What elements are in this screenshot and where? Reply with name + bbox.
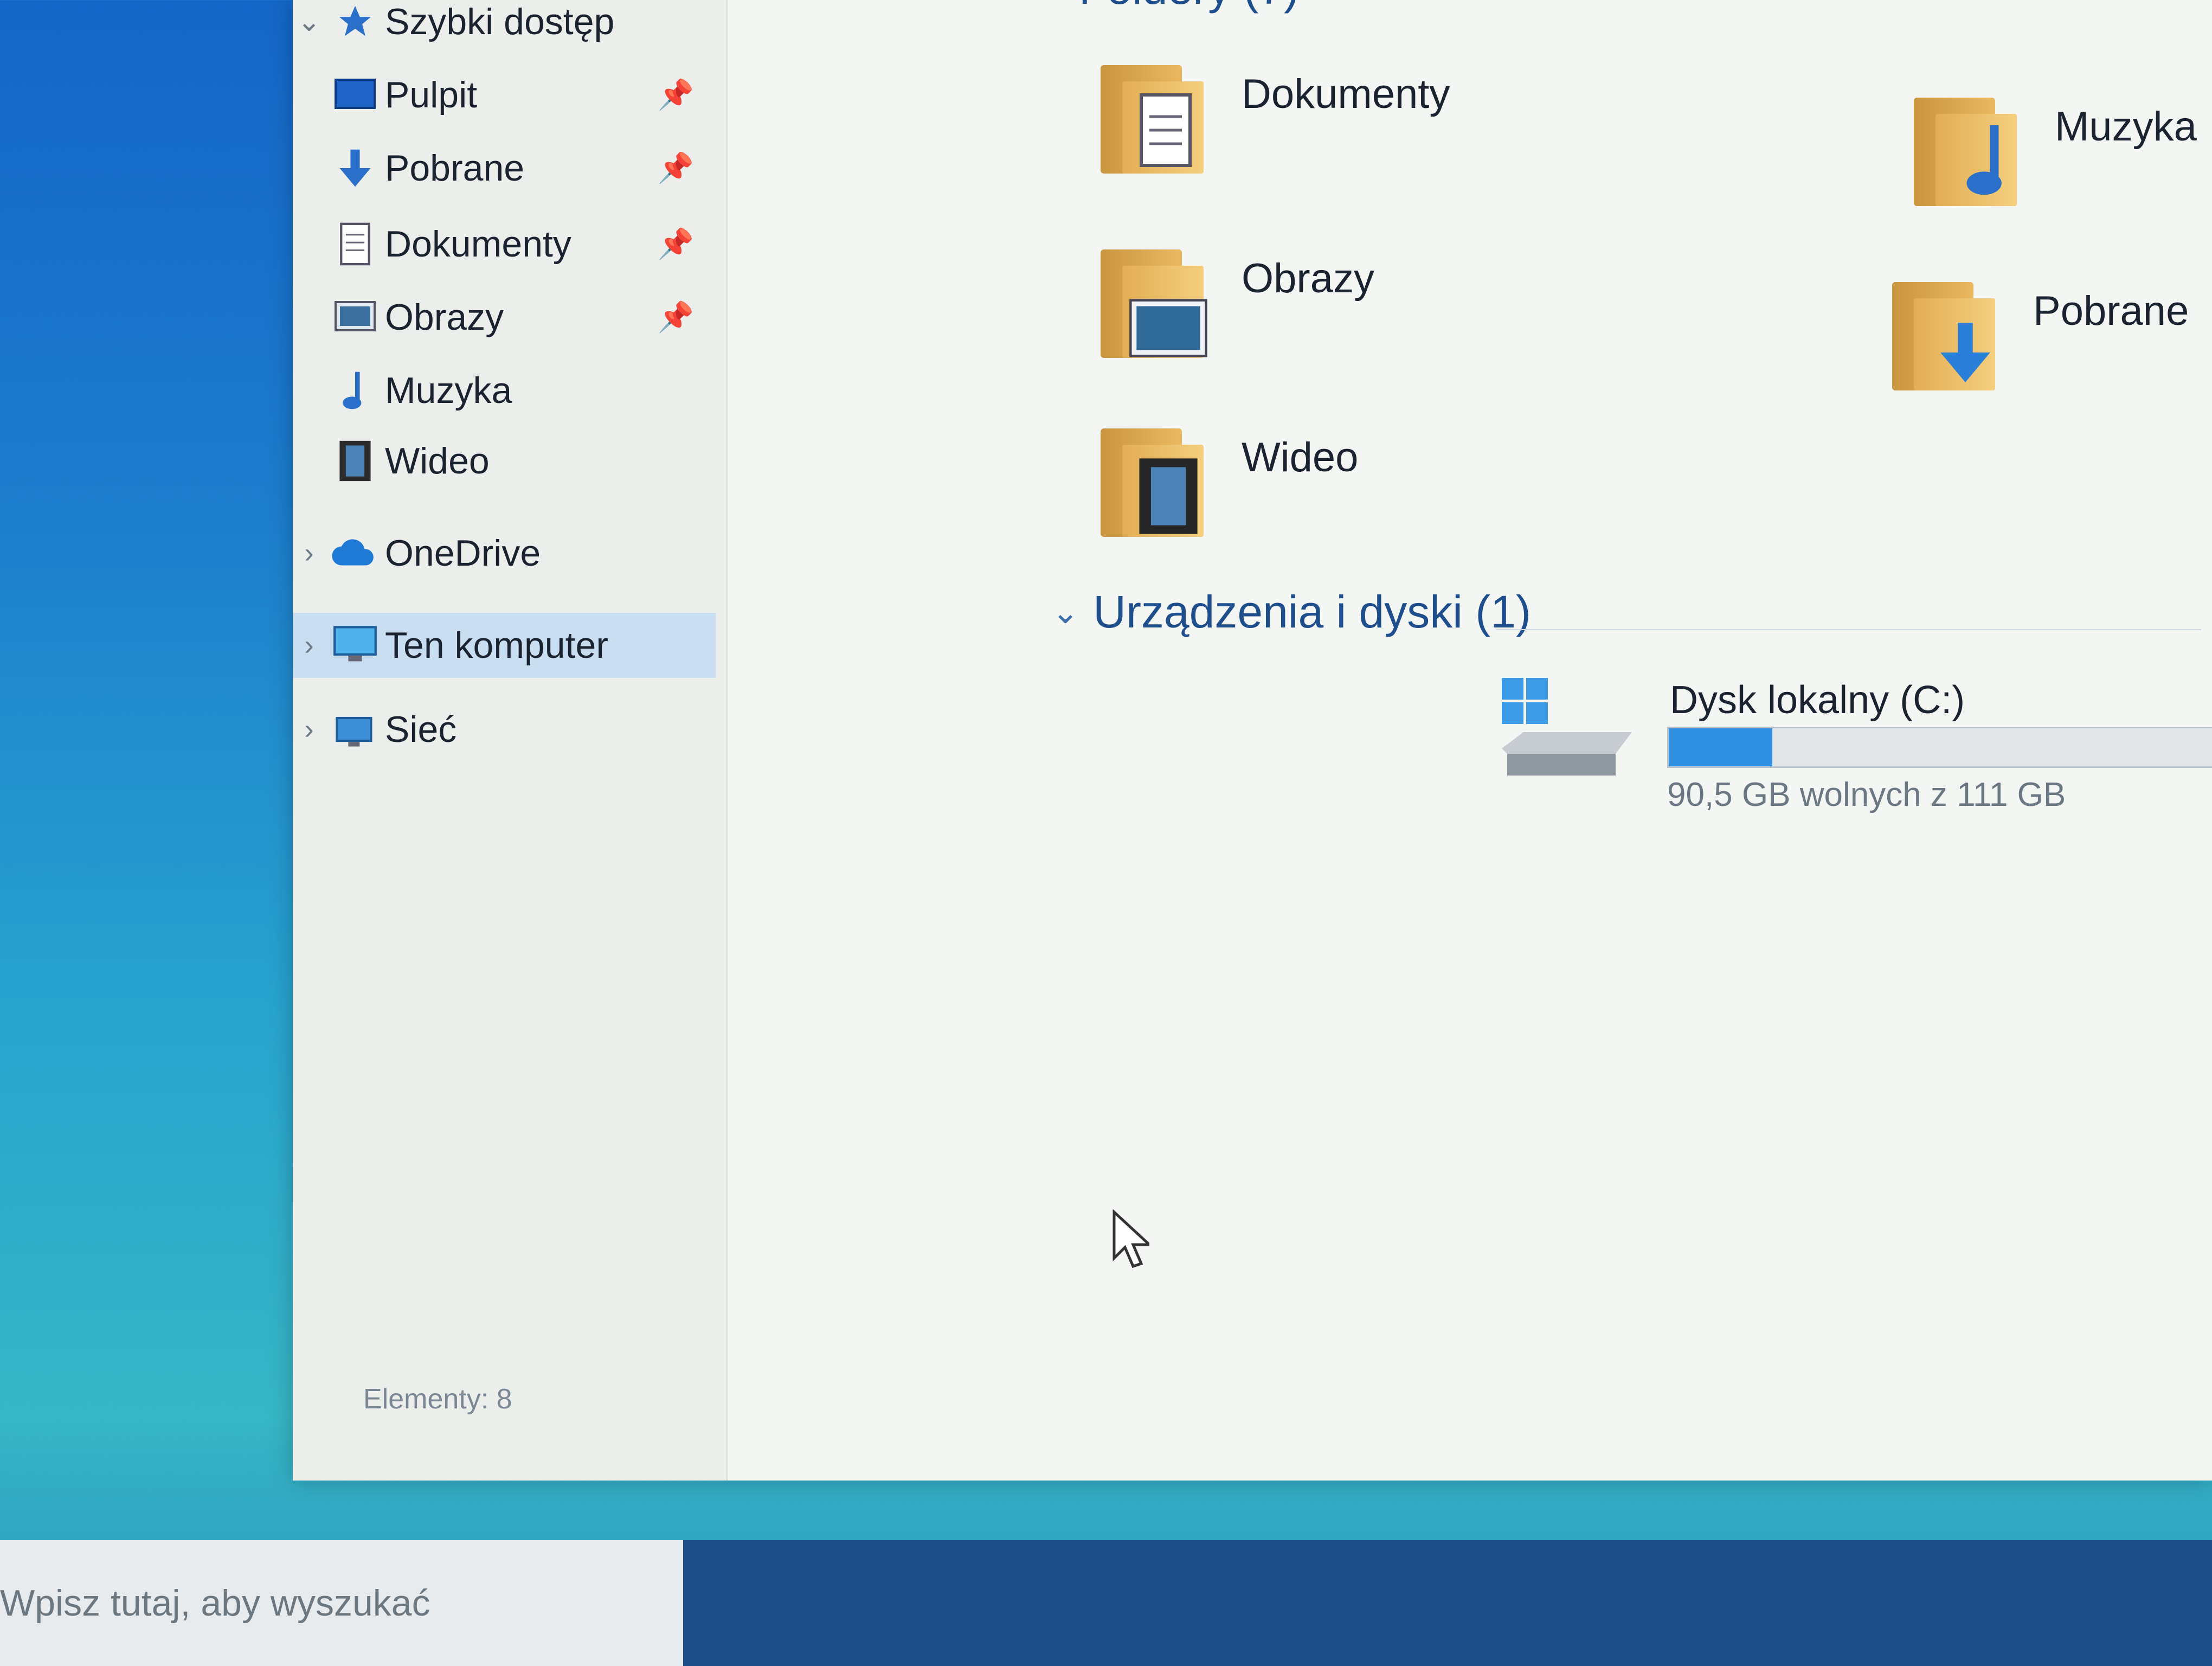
drive-free-space: 90,5 GB wolnych z 111 GB <box>1667 776 2066 813</box>
chevron-right-icon[interactable]: › <box>293 537 325 569</box>
pictures-icon <box>325 293 385 342</box>
nav-label: Dokumenty <box>385 223 571 265</box>
download-folder-icon <box>1881 271 2011 401</box>
nav-quick-access[interactable]: ⌄ Szybki dostęp <box>293 0 716 54</box>
group-divider <box>1496 629 2201 630</box>
desktop-icon <box>325 71 385 119</box>
folder-tile-muzyka[interactable]: Muzyka <box>1903 87 2197 217</box>
search-placeholder: Wpisz tutaj, aby wyszukać <box>0 1582 430 1624</box>
nav-label: Wideo <box>385 440 490 482</box>
drive-icon[interactable] <box>1496 667 1637 797</box>
nav-label: Szybki dostęp <box>385 1 615 42</box>
nav-label: Sieć <box>385 709 457 750</box>
onedrive-icon <box>325 529 385 578</box>
folder-label: Dokumenty <box>1242 71 1450 117</box>
nav-item-this-pc[interactable]: › Ten komputer <box>293 613 716 678</box>
nav-item-dokumenty[interactable]: Dokumenty 📌 <box>293 212 716 277</box>
folder-tile-pobrane[interactable]: Pobrane <box>1881 271 2189 401</box>
download-icon <box>325 144 385 193</box>
group-header-label: Foldery (7) <box>1079 0 1299 15</box>
music-icon <box>325 366 385 415</box>
video-folder-icon <box>1090 418 1220 548</box>
chevron-right-icon[interactable]: › <box>293 629 325 662</box>
star-icon <box>325 0 385 46</box>
nav-item-obrazy[interactable]: Obrazy 📌 <box>293 285 716 350</box>
folder-label: Pobrane <box>2033 288 2189 334</box>
file-explorer-window: ⌄ Szybki dostęp Pulpit 📌 Pobrane 📌 Dokum… <box>293 0 2212 1481</box>
nav-label: Pulpit <box>385 74 478 116</box>
drive-usage-bar <box>1667 727 2212 768</box>
documents-icon <box>325 220 385 268</box>
documents-folder-icon <box>1090 54 1220 184</box>
folder-tile-wideo[interactable]: Wideo <box>1090 418 1358 548</box>
taskbar <box>683 1540 2212 1666</box>
nav-item-pobrane[interactable]: Pobrane 📌 <box>293 136 716 201</box>
nav-item-muzyka[interactable]: Muzyka <box>293 358 716 423</box>
drive-name[interactable]: Dysk lokalny (C:) <box>1670 678 1965 722</box>
pin-icon[interactable]: 📌 <box>658 227 694 261</box>
nav-item-onedrive[interactable]: › OneDrive <box>293 521 716 586</box>
nav-item-network[interactable]: › Sieć <box>293 697 716 762</box>
chevron-down-icon[interactable]: ⌄ <box>293 5 325 38</box>
folder-tile-dokumenty[interactable]: Dokumenty <box>1090 54 1450 184</box>
pin-icon[interactable]: 📌 <box>658 151 694 185</box>
taskbar-search-box[interactable]: Wpisz tutaj, aby wyszukać <box>0 1540 683 1666</box>
chevron-right-icon[interactable]: › <box>293 713 325 746</box>
group-header-folders[interactable]: Foldery (7) <box>1079 0 1299 15</box>
chevron-down-icon[interactable]: ⌄ <box>1052 593 1079 631</box>
folder-label: Muzyka <box>2055 104 2197 150</box>
video-icon <box>325 437 385 485</box>
mouse-cursor-icon <box>1111 1209 1153 1272</box>
status-bar-text: Elementy: 8 <box>363 1383 512 1415</box>
network-icon <box>325 705 385 754</box>
pictures-folder-icon <box>1090 239 1220 369</box>
nav-item-pulpit[interactable]: Pulpit 📌 <box>293 62 716 127</box>
pin-icon[interactable]: 📌 <box>658 78 694 112</box>
content-pane: Foldery (7) Dokumenty Muzyka <box>737 0 2212 1481</box>
pin-icon[interactable]: 📌 <box>658 300 694 335</box>
folder-label: Wideo <box>1242 434 1359 480</box>
music-folder-icon <box>1903 87 2033 217</box>
folder-tile-obrazy[interactable]: Obrazy <box>1090 239 1374 369</box>
drive-usage-fill <box>1669 728 1772 766</box>
computer-icon <box>325 621 385 670</box>
nav-label: Obrazy <box>385 297 504 338</box>
navigation-pane: ⌄ Szybki dostęp Pulpit 📌 Pobrane 📌 Dokum… <box>293 0 728 1481</box>
nav-label: OneDrive <box>385 533 541 574</box>
nav-item-wideo[interactable]: Wideo <box>293 428 716 494</box>
nav-label: Muzyka <box>385 370 512 411</box>
group-header-label: Urządzenia i dyski (1) <box>1093 586 1531 637</box>
folder-label: Obrazy <box>1242 255 1374 302</box>
nav-label: Ten komputer <box>385 625 608 666</box>
group-header-devices[interactable]: ⌄ Urządzenia i dyski (1) <box>1052 586 1531 638</box>
nav-label: Pobrane <box>385 148 525 189</box>
